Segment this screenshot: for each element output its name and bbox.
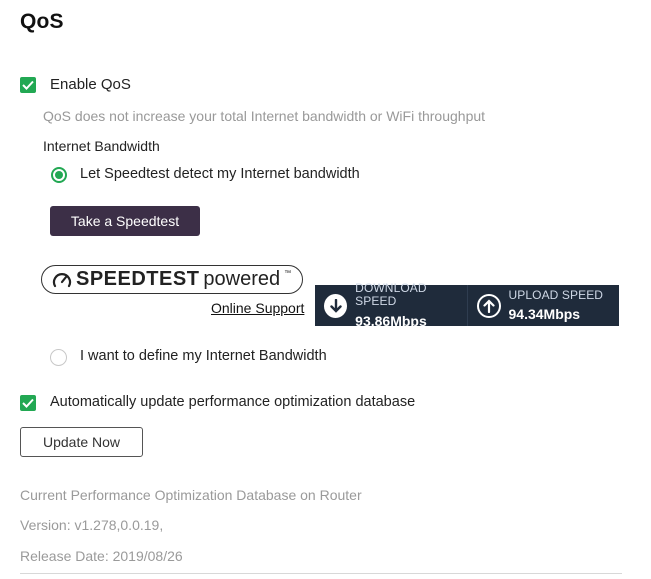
download-speed-label: DOWNLOAD SPEED xyxy=(355,280,427,309)
speedometer-icon xyxy=(52,272,72,287)
logo-suffix: powered xyxy=(203,268,281,290)
internet-bandwidth-heading: Internet Bandwidth xyxy=(43,138,160,154)
upload-speed-label: UPLOAD SPEED xyxy=(508,287,604,302)
speedtest-option-label[interactable]: Let Speedtest detect my Internet bandwid… xyxy=(80,166,360,182)
upload-arrow-icon xyxy=(476,293,501,318)
manual-bandwidth-label[interactable]: I want to define my Internet Bandwidth xyxy=(80,348,327,364)
logo-brand: SPEEDTEST xyxy=(76,268,200,290)
check-icon xyxy=(22,80,34,90)
download-speed-value: 93.86Mbps xyxy=(355,313,427,330)
database-version: Version: v1.278,0.0.19, xyxy=(20,517,164,533)
auto-update-label[interactable]: Automatically update performance optimiz… xyxy=(50,394,415,410)
enable-qos-label[interactable]: Enable QoS xyxy=(50,76,131,93)
logo-tm: ™ xyxy=(284,270,292,277)
enable-qos-checkbox[interactable] xyxy=(20,77,36,93)
divider xyxy=(20,573,622,574)
update-now-button[interactable]: Update Now xyxy=(20,427,143,457)
manual-bandwidth-radio[interactable] xyxy=(50,349,67,366)
check-icon xyxy=(22,398,34,408)
speedtest-radio[interactable] xyxy=(51,167,67,183)
upload-speed-value: 94.34Mbps xyxy=(508,306,581,323)
radio-dot xyxy=(55,171,63,179)
download-speed-cell: DOWNLOAD SPEED 93.86Mbps xyxy=(315,280,467,330)
speed-results-panel: DOWNLOAD SPEED 93.86Mbps UPLOAD SPEED 94… xyxy=(315,280,620,330)
download-arrow-icon xyxy=(324,293,348,318)
qos-hint-text: QoS does not increase your total Interne… xyxy=(43,108,486,124)
speedtest-powered-logo: SPEEDTEST powered ™ xyxy=(41,265,303,294)
database-heading: Current Performance Optimization Databas… xyxy=(20,487,362,503)
upload-speed-cell: UPLOAD SPEED 94.34Mbps xyxy=(466,285,620,326)
take-speedtest-button[interactable]: Take a Speedtest xyxy=(50,206,200,236)
auto-update-checkbox[interactable] xyxy=(20,395,36,411)
online-support-link[interactable]: Online Support xyxy=(211,300,304,316)
database-release-date: Release Date: 2019/08/26 xyxy=(20,548,183,564)
page-title: QoS xyxy=(20,10,64,33)
